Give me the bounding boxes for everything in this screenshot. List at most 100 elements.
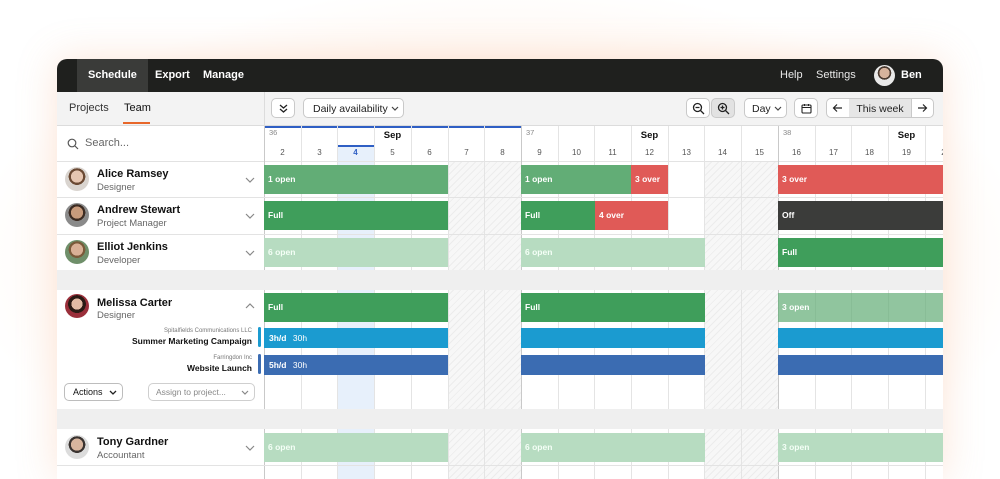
day-number: 5 [390, 148, 395, 157]
avatar [65, 203, 89, 227]
double-chevron-down-icon [279, 104, 288, 113]
chevron-down-icon [109, 390, 117, 395]
divider [264, 92, 265, 125]
avatar [65, 167, 89, 191]
person-name: Alice Ramsey [97, 168, 169, 180]
availability-label: Daily availability [313, 103, 388, 115]
assign-placeholder: Assign to project... [156, 387, 226, 397]
chevron-up-icon[interactable] [245, 301, 255, 311]
assignment-bar[interactable] [778, 355, 943, 375]
this-week-button[interactable]: This week [849, 99, 911, 117]
availability-bar[interactable]: Full [778, 238, 943, 267]
user-avatar[interactable] [874, 65, 895, 86]
project-color-tick [258, 354, 261, 374]
overbooked-bar[interactable]: 3 over [631, 165, 668, 194]
person-role: Designer [97, 182, 136, 193]
day-number: 11 [608, 148, 617, 157]
search-input[interactable]: Search... [85, 137, 129, 149]
prev-week-button[interactable] [827, 99, 850, 117]
project-name[interactable]: Summer Marketing Campaign [57, 336, 252, 346]
week-month: Sep [897, 130, 916, 141]
availability-bar[interactable]: Full [264, 293, 448, 322]
avatar [65, 294, 89, 318]
availability-bar[interactable]: Full [264, 201, 448, 230]
assignment-rate: 3h/d [269, 333, 287, 343]
chevron-down-icon[interactable] [245, 248, 255, 258]
avatar [65, 435, 89, 459]
person-name: Elliot Jenkins [97, 241, 168, 253]
nav-help[interactable]: Help [780, 59, 803, 92]
assignment-rate: 5h/d [269, 360, 287, 370]
overbooked-bar[interactable]: 4 over [595, 201, 668, 230]
assignment-bar[interactable]: 3h/d 30h [264, 328, 448, 348]
week-month: Sep [383, 130, 402, 141]
day-number: 6 [427, 148, 432, 157]
day-number: 3 [317, 148, 322, 157]
section-spacer [57, 409, 943, 429]
assign-project-select[interactable]: Assign to project... [148, 383, 255, 401]
nav-settings[interactable]: Settings [816, 59, 856, 92]
chevron-down-icon[interactable] [245, 175, 255, 185]
availability-bar[interactable]: 3 open [778, 433, 943, 462]
availability-bar[interactable]: 1 open [521, 165, 631, 194]
arrow-left-icon [832, 104, 842, 112]
actions-button[interactable]: Actions [64, 383, 123, 401]
time-off-bar[interactable]: Off [778, 201, 943, 230]
assignment-bar[interactable] [778, 328, 943, 348]
person-role: Project Manager [97, 218, 167, 229]
day-number: 15 [755, 148, 764, 157]
day-number: 19 [902, 148, 911, 157]
tab-projects[interactable]: Projects [69, 92, 109, 125]
availability-bar[interactable]: Full [521, 201, 595, 230]
day-number: 18 [865, 148, 874, 157]
search-row: Search... [57, 126, 264, 162]
chevron-down-icon[interactable] [245, 443, 255, 453]
availability-bar[interactable]: 3 open [778, 293, 943, 322]
current-week-indicator [264, 126, 521, 128]
section-spacer [57, 270, 943, 290]
nav-export[interactable]: Export [155, 59, 190, 92]
person-role: Designer [97, 310, 136, 321]
availability-bar[interactable]: 6 open [264, 238, 448, 267]
assignment-bar[interactable] [521, 328, 705, 348]
search-icon [67, 138, 79, 150]
availability-bar[interactable]: Full [521, 293, 705, 322]
actions-label: Actions [73, 387, 103, 397]
project-color-tick [258, 327, 261, 347]
next-week-button[interactable] [911, 99, 934, 117]
zoom-out-button[interactable] [686, 98, 710, 118]
view-label: Day [752, 103, 771, 115]
day-number: 2 [280, 148, 285, 157]
chevron-down-icon [774, 106, 782, 111]
chevron-down-icon[interactable] [245, 211, 255, 221]
assignment-total: 30h [292, 333, 308, 343]
collapse-all-button[interactable] [271, 98, 295, 118]
availability-bar[interactable]: 1 open [264, 165, 448, 194]
day-number: 9 [537, 148, 542, 157]
top-nav: Schedule Export Manage Help Settings Ben [57, 59, 943, 92]
tab-team[interactable]: Team [124, 92, 151, 125]
availability-bar[interactable]: 6 open [521, 433, 705, 462]
availability-bar[interactable]: 6 open [264, 433, 448, 462]
assignment-bar[interactable] [521, 355, 705, 375]
nav-manage[interactable]: Manage [203, 59, 244, 92]
nav-schedule[interactable]: Schedule [77, 59, 148, 92]
day-number: 4 [353, 148, 358, 157]
chevron-down-icon [241, 390, 249, 395]
arrow-right-icon [918, 104, 928, 112]
view-select[interactable]: Day [744, 98, 787, 118]
row-divider [57, 197, 943, 198]
assignment-bar[interactable]: 5h/d 30h [264, 355, 448, 375]
availability-bar[interactable]: 6 open [521, 238, 705, 267]
zoom-in-button[interactable] [711, 98, 735, 118]
overbooked-bar[interactable]: 3 over [778, 165, 943, 194]
toolbar: Projects Team Daily availability Day Thi… [57, 92, 943, 126]
availability-select[interactable]: Daily availability [303, 98, 404, 118]
calendar-button[interactable] [794, 98, 818, 118]
zoom-out-icon [692, 102, 705, 115]
day-number: 12 [645, 148, 654, 157]
day-number: 17 [829, 148, 838, 157]
user-name[interactable]: Ben [901, 59, 922, 92]
day-number: 10 [572, 148, 581, 157]
project-name[interactable]: Website Launch [57, 363, 252, 373]
